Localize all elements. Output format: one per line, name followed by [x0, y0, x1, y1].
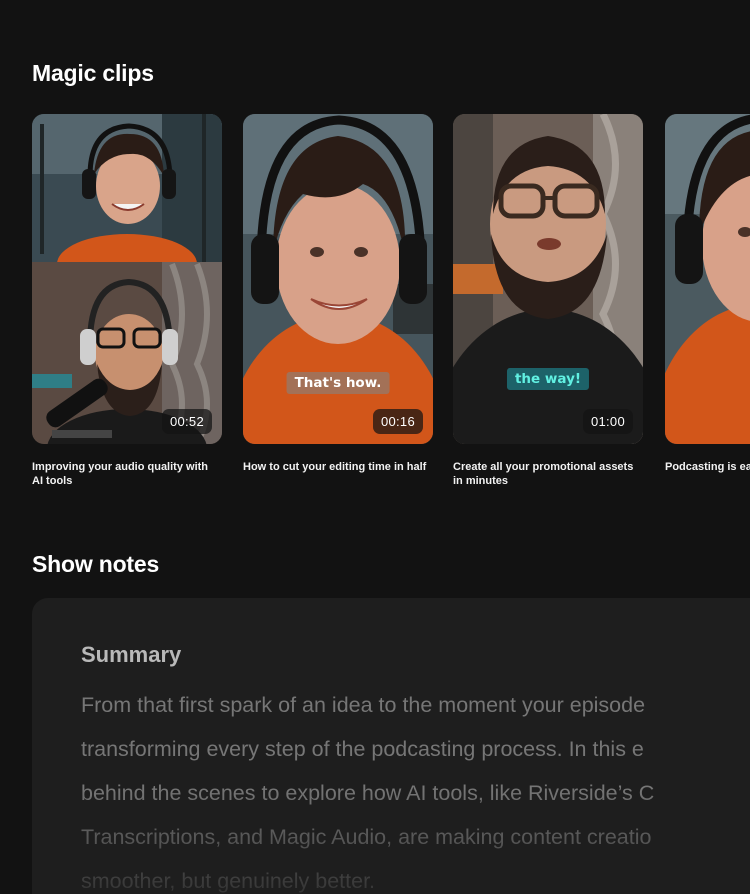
clip-card[interactable]: 00:52 Improving your audio quality with …	[32, 114, 222, 488]
show-notes-title: Show notes	[32, 551, 160, 577]
clip-duration: 00:16	[372, 409, 423, 434]
clip-duration: 00:52	[161, 409, 212, 434]
summary-heading: Summary	[81, 642, 182, 667]
clip-thumbnail[interactable]: the way! 01:00	[453, 114, 643, 444]
summary-line: behind the scenes to explore how AI tool…	[81, 781, 655, 805]
split-video-preview	[32, 114, 222, 444]
clip-caption: the way!	[506, 368, 590, 390]
page: Magic clips 00:52 Improving your audio q…	[0, 0, 750, 894]
summary-line: Transcriptions, and Magic Audio, are mak…	[81, 825, 652, 849]
clip-card[interactable]: the way! 01:00 Create all your promotion…	[453, 114, 643, 488]
clip-caption: That's how.	[286, 372, 390, 394]
video-preview	[665, 114, 750, 444]
summary-text: From that first spark of an idea to the …	[81, 683, 750, 894]
clip-duration: 01:00	[582, 409, 633, 434]
summary-line: transforming every step of the podcastin…	[81, 737, 644, 761]
clip-card[interactable]: Podcasting is ea accessible now	[665, 114, 750, 474]
video-preview	[243, 114, 433, 444]
magic-clips-title: Magic clips	[32, 60, 154, 86]
clip-title[interactable]: Podcasting is ea accessible now	[665, 460, 750, 474]
summary-line: From that first spark of an idea to the …	[81, 693, 646, 717]
clip-title[interactable]: How to cut your editing time in half	[243, 460, 431, 474]
clip-card[interactable]: That's how. 00:16 How to cut your editin…	[243, 114, 433, 474]
magic-clips-carousel[interactable]: 00:52 Improving your audio quality with …	[32, 114, 750, 494]
summary-line: smoother, but genuinely better.	[81, 869, 376, 893]
clip-thumbnail[interactable]: 00:52	[32, 114, 222, 444]
clip-thumbnail[interactable]	[665, 114, 750, 444]
show-notes-card: Summary From that first spark of an idea…	[32, 598, 750, 894]
video-preview	[453, 114, 643, 444]
clip-thumbnail[interactable]: That's how. 00:16	[243, 114, 433, 444]
clip-title[interactable]: Create all your promotional assets in mi…	[453, 460, 641, 488]
clip-title[interactable]: Improving your audio quality with AI too…	[32, 460, 220, 488]
